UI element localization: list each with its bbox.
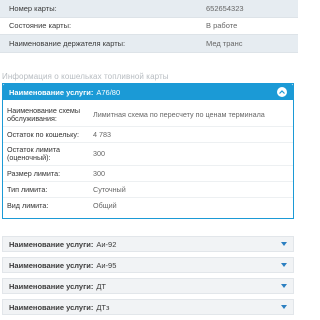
card-holder-label: Наименование держателя карты: — [9, 38, 126, 48]
detail-value: 300 — [93, 149, 105, 158]
detail-label: Остаток по кошельку: — [7, 129, 79, 139]
service-name: Аи-92 — [96, 239, 117, 249]
wallet-header-a76[interactable]: Наименование услуги: А76/80 — [3, 84, 293, 100]
detail-label: Остаток лимита (оценочный): — [7, 145, 60, 162]
wallet-details: Наименование схемы обслуживания: Лимитна… — [3, 100, 293, 218]
wallets-section-title: Информация о кошельках топливной карты — [2, 72, 169, 81]
caret-down-icon[interactable] — [281, 284, 287, 288]
service-prefix: Наименование услуги: — [9, 239, 94, 249]
detail-row: Вид лимита: Общий — [3, 198, 293, 214]
card-info-table: Номер карты: 652654323 Состояние карты: … — [0, 0, 298, 53]
service-prefix: Наименование услуги: — [9, 281, 94, 291]
detail-value: Лимитная схема по пересчету по ценам тер… — [93, 110, 265, 119]
service-name: ДТз — [96, 302, 110, 312]
caret-down-icon[interactable] — [281, 263, 287, 267]
detail-label: Размер лимита: — [7, 168, 61, 178]
detail-row: Наименование схемы обслуживания: Лимитна… — [3, 104, 293, 127]
card-holder-value: Мед транс — [206, 38, 243, 48]
service-prefix: Наименование услуги: — [9, 302, 94, 312]
wallet-header-dt[interactable]: Наименование услуги: ДТ — [2, 278, 294, 294]
detail-value: 300 — [93, 168, 105, 178]
wallet-accordion-closed-3: Наименование услуги: ДТ — [2, 278, 294, 294]
chevron-up-icon[interactable] — [277, 87, 287, 97]
detail-value: Общий — [93, 201, 117, 210]
caret-down-icon[interactable] — [281, 242, 287, 246]
detail-label: Тип лимита: — [7, 184, 48, 194]
detail-value: 4 783 — [93, 129, 111, 139]
detail-value: Суточный — [93, 184, 126, 194]
detail-label: Вид лимита: — [7, 201, 49, 210]
detail-row: Тип лимита: Суточный — [3, 182, 293, 198]
service-name: А76/80 — [96, 87, 121, 97]
wallet-header-ai92[interactable]: Наименование услуги: Аи-92 — [2, 236, 294, 252]
wallet-accordion-closed-4: Наименование услуги: ДТз — [2, 299, 294, 315]
wallet-accordion-open: Наименование услуги: А76/80 Наименование… — [2, 83, 294, 219]
card-status-label: Состояние карты: — [9, 21, 72, 31]
wallet-header-dtz[interactable]: Наименование услуги: ДТз — [2, 299, 294, 315]
detail-label: Наименование схемы обслуживания: — [7, 106, 81, 123]
card-number-row: Номер карты: 652654323 — [0, 0, 298, 18]
card-holder-row: Наименование держателя карты: Мед транс — [0, 35, 298, 53]
wallet-header-ai95[interactable]: Наименование услуги: Аи-95 — [2, 257, 294, 273]
service-name: ДТ — [96, 281, 107, 291]
detail-row: Размер лимита: 300 — [3, 166, 293, 182]
detail-row: Остаток лимита (оценочный): 300 — [3, 143, 293, 166]
detail-row: Остаток по кошельку: 4 783 — [3, 127, 293, 143]
wallet-accordion-closed-2: Наименование услуги: Аи-95 — [2, 257, 294, 273]
caret-down-icon[interactable] — [281, 305, 287, 309]
card-status-value: В работе — [206, 21, 238, 31]
service-prefix: Наименование услуги: — [9, 260, 94, 270]
service-name: Аи-95 — [96, 260, 117, 270]
card-status-row: Состояние карты: В работе — [0, 18, 298, 35]
card-number-label: Номер карты: — [9, 3, 57, 13]
card-number-value: 652654323 — [206, 3, 244, 13]
wallet-accordion-closed-1: Наименование услуги: Аи-92 — [2, 236, 294, 252]
service-prefix: Наименование услуги: — [9, 87, 94, 97]
